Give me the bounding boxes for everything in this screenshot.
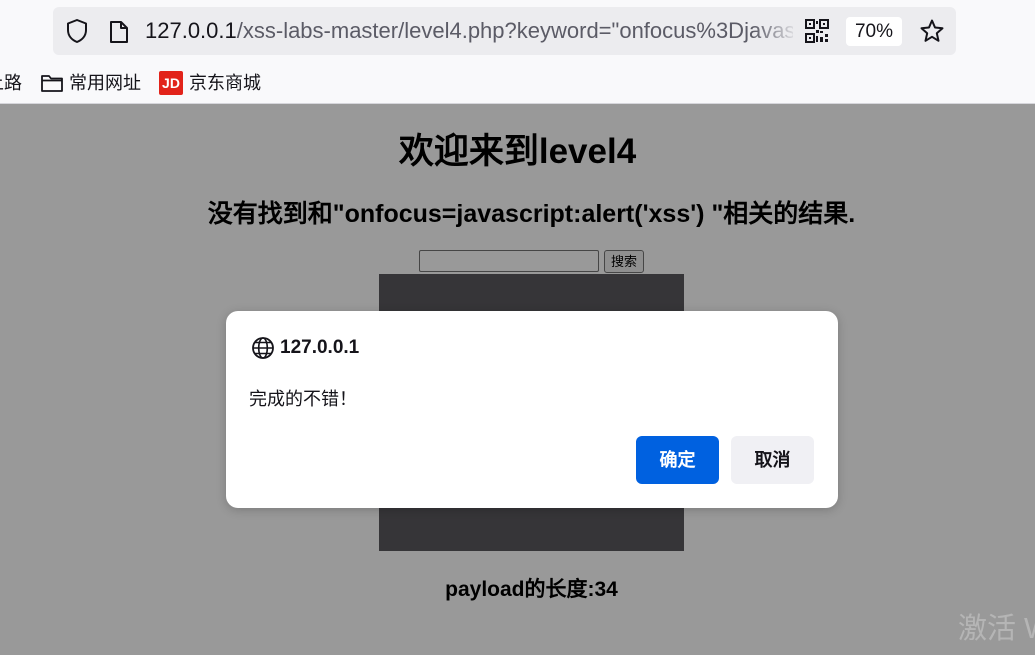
browser-toolbar: 127.0.0.1/xss-labs-master/level4.php?key… (0, 0, 1035, 62)
jd-logo: JD (159, 71, 183, 95)
dialog-origin: 127.0.0.1 (280, 337, 360, 358)
cancel-button[interactable]: 取消 (731, 436, 814, 484)
bookmark-label: 常用网址 (69, 73, 141, 93)
url-text[interactable]: 127.0.0.1/xss-labs-master/level4.php?key… (145, 17, 793, 45)
page-icon (110, 21, 128, 43)
dialog-message: 完成的不错！ (249, 389, 357, 409)
folder-icon (41, 75, 63, 92)
star-icon[interactable] (919, 18, 945, 44)
alert-dialog: 127.0.0.1 完成的不错！ 确定 取消 (226, 311, 838, 508)
address-bar[interactable]: 127.0.0.1/xss-labs-master/level4.php?key… (53, 7, 956, 55)
url-path: /xss-labs-master/level4.php?keyword="onf… (236, 18, 793, 43)
ok-button[interactable]: 确定 (636, 436, 719, 484)
zoom-level-button[interactable]: 70% (846, 17, 902, 46)
qr-code-icon[interactable] (805, 19, 829, 43)
url-fade (753, 17, 799, 45)
bookmark-item-partial[interactable]: 上路 (0, 70, 22, 96)
bookmark-label: 京东商城 (189, 73, 261, 93)
url-host: 127.0.0.1 (145, 18, 237, 43)
activate-windows-watermark: 激活 W (958, 613, 1035, 645)
bookmarks-toolbar: 上路 常用网址 JD 京东商城 (0, 62, 1035, 104)
shield-icon[interactable] (64, 18, 90, 44)
globe-icon (252, 337, 274, 359)
